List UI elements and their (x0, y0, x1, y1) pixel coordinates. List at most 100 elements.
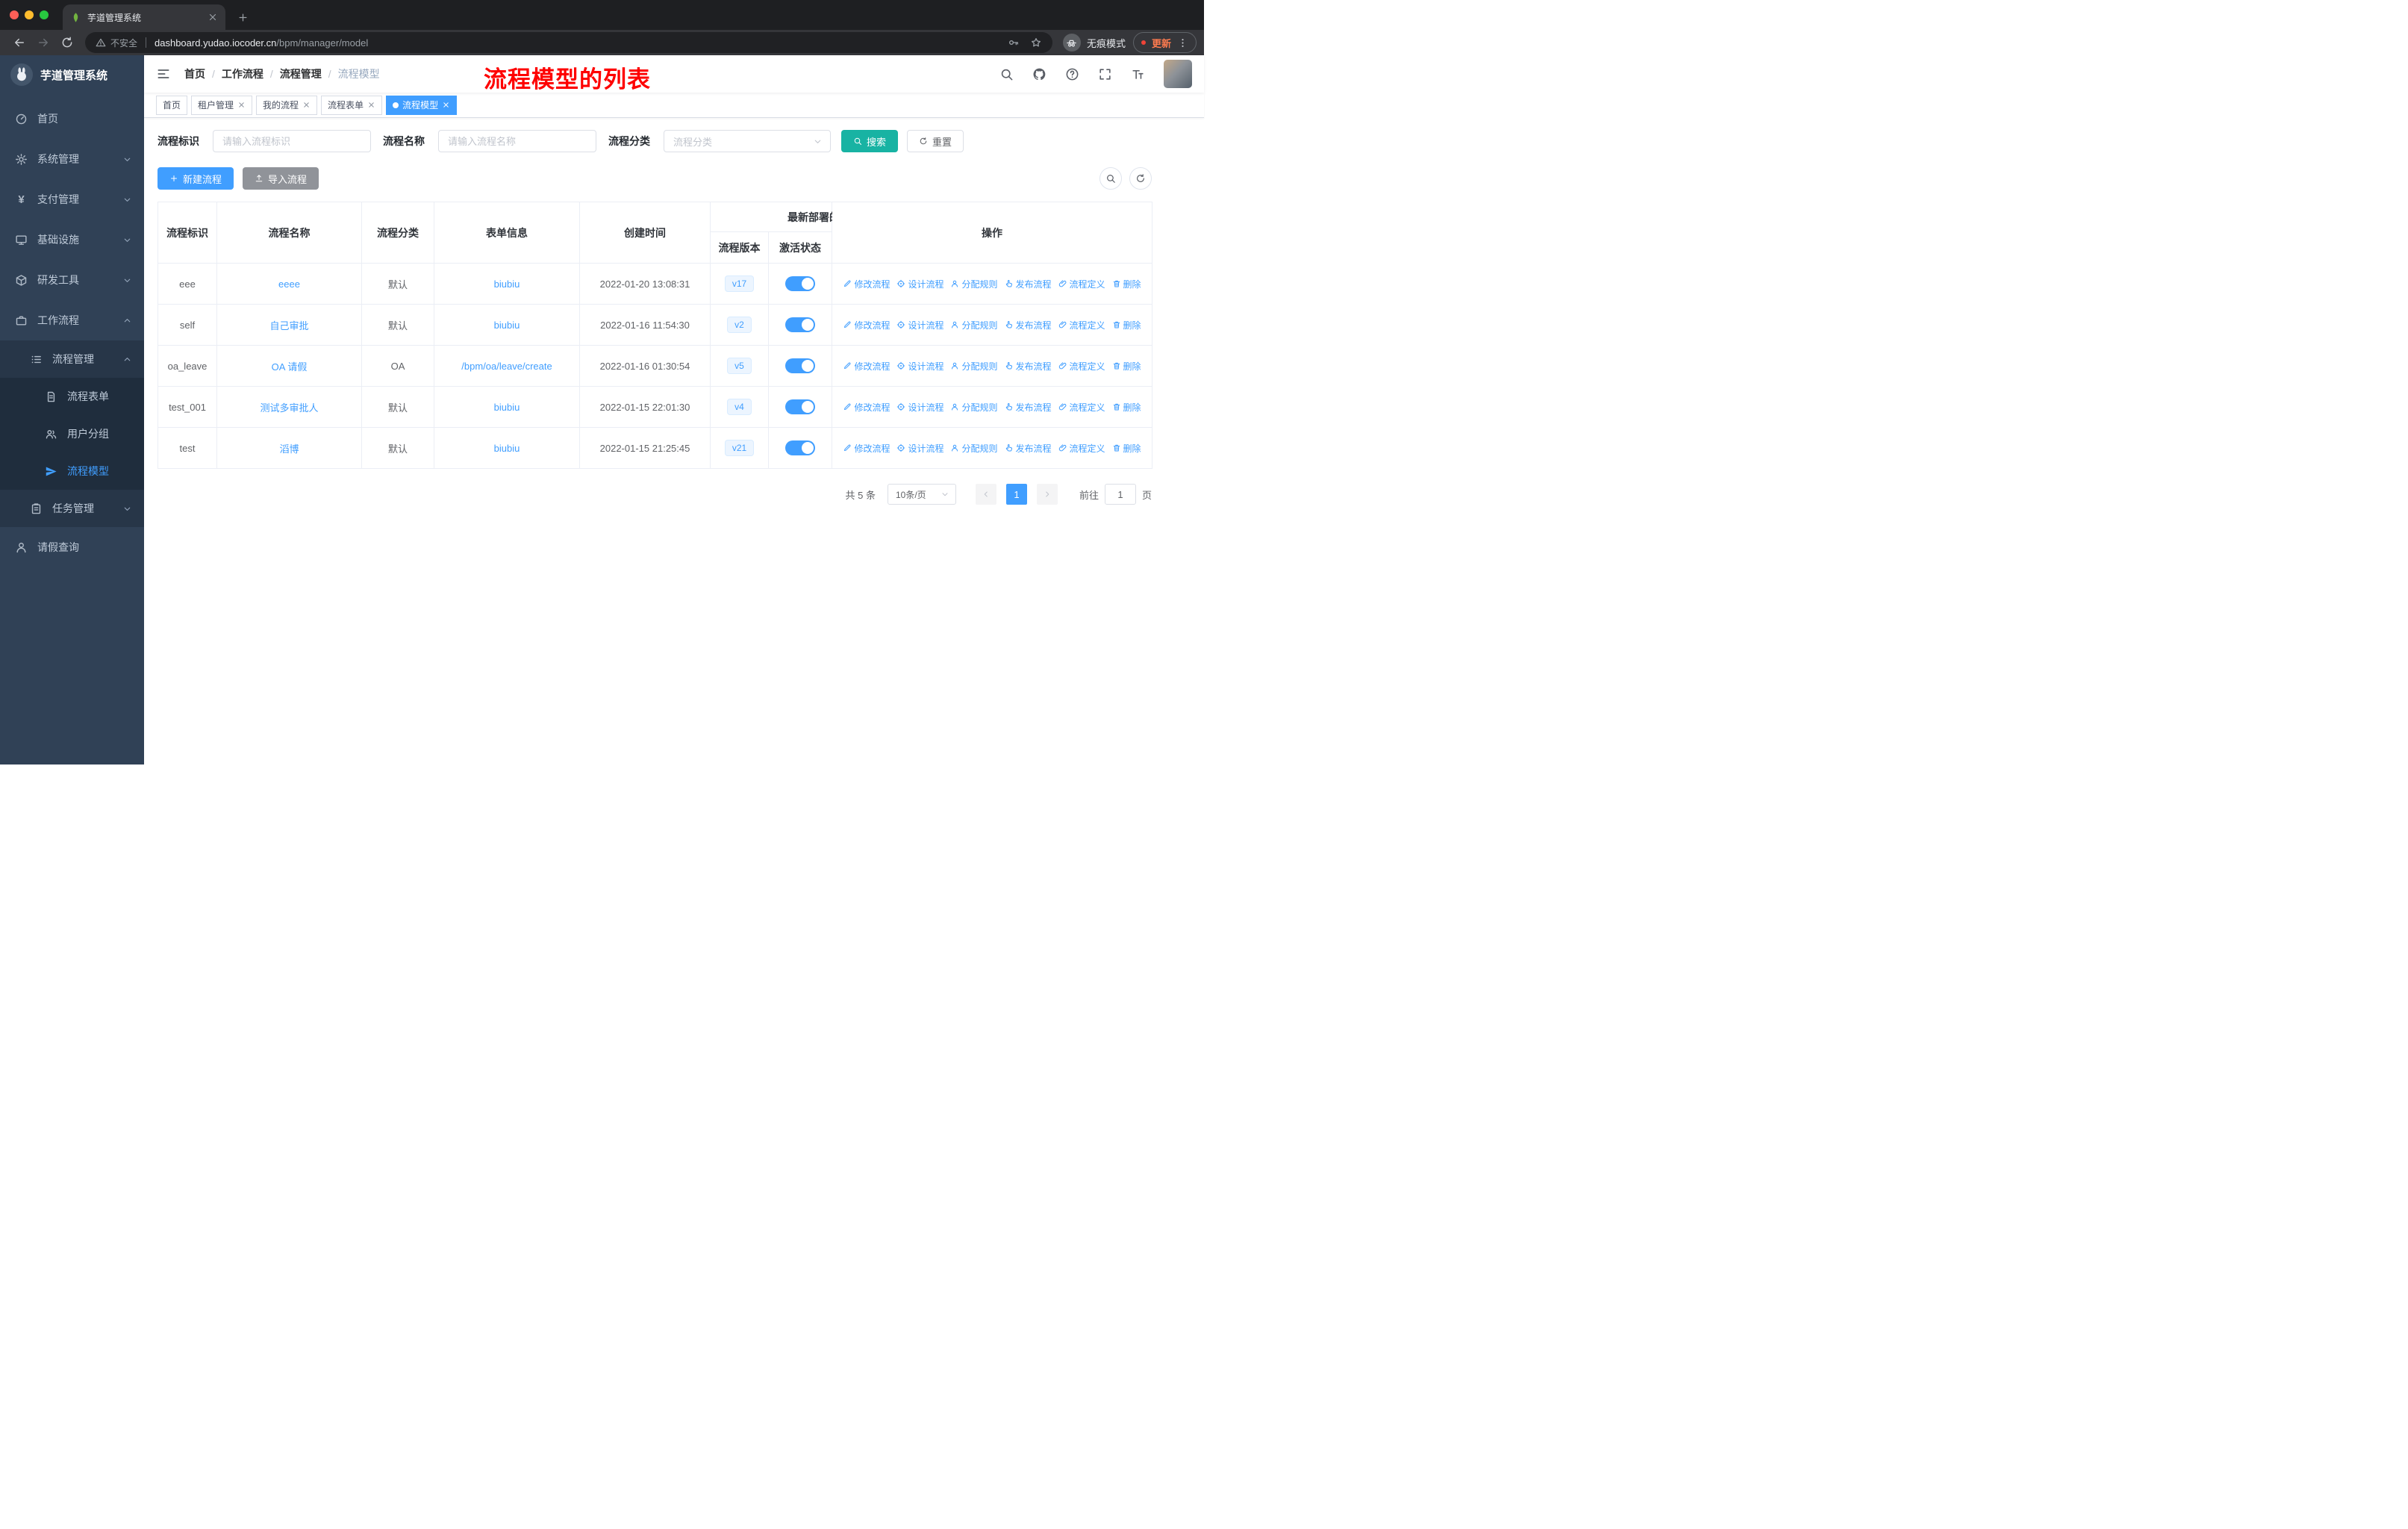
action-publish[interactable]: 发布流程 (1005, 442, 1052, 455)
action-edit[interactable]: 修改流程 (843, 401, 890, 414)
close-icon[interactable] (302, 101, 311, 109)
sidebar-item-infrastructure[interactable]: 基础设施 (0, 219, 144, 260)
back-icon[interactable] (13, 36, 26, 49)
model-name-link[interactable]: OA 请假 (272, 361, 308, 373)
goto-page-input[interactable] (1104, 484, 1136, 505)
action-publish[interactable]: 发布流程 (1005, 360, 1052, 373)
action-design[interactable]: 设计流程 (896, 319, 943, 331)
action-edit[interactable]: 修改流程 (843, 319, 890, 331)
create-process-button[interactable]: 新建流程 (157, 167, 234, 190)
sidebar-item-task-management[interactable]: 任务管理 (0, 490, 144, 527)
tag-my-process[interactable]: 我的流程 (256, 95, 318, 115)
sidebar-item-home[interactable]: 首页 (0, 99, 144, 139)
action-publish[interactable]: 发布流程 (1005, 319, 1052, 331)
action-publish[interactable]: 发布流程 (1005, 401, 1052, 414)
action-assign[interactable]: 分配规则 (950, 319, 998, 331)
breadcrumb-process-management[interactable]: 流程管理 (280, 66, 322, 81)
sidebar-item-process-management[interactable]: 流程管理 (0, 340, 144, 378)
user-avatar[interactable] (1164, 60, 1192, 88)
sidebar-item-payment[interactable]: ¥ 支付管理 (0, 179, 144, 219)
action-assign[interactable]: 分配规则 (950, 401, 998, 414)
action-design[interactable]: 设计流程 (896, 401, 943, 414)
page-size-select[interactable]: 10条/页 (887, 484, 956, 505)
github-icon[interactable] (1032, 67, 1047, 81)
action-delete[interactable]: 删除 (1112, 319, 1141, 331)
active-toggle[interactable] (785, 440, 815, 455)
action-assign[interactable]: 分配规则 (950, 442, 998, 455)
tag-home[interactable]: 首页 (156, 95, 188, 115)
breadcrumb-workflow[interactable]: 工作流程 (222, 66, 263, 81)
hamburger-icon[interactable] (156, 66, 171, 81)
sidebar-item-user-group[interactable]: 用户分组 (0, 415, 144, 452)
sidebar-item-process-model[interactable]: 流程模型 (0, 452, 144, 490)
action-edit[interactable]: 修改流程 (843, 360, 890, 373)
import-process-button[interactable]: 导入流程 (243, 167, 319, 190)
sidebar-item-dev-tools[interactable]: 研发工具 (0, 260, 144, 300)
next-page-button[interactable] (1036, 484, 1058, 505)
window-close-button[interactable] (10, 10, 19, 19)
search-icon[interactable] (999, 67, 1014, 81)
tag-process-model[interactable]: 流程模型 (386, 95, 458, 115)
process-category-select[interactable]: 流程分类 (664, 130, 831, 152)
password-key-icon[interactable] (1008, 37, 1020, 49)
action-publish[interactable]: 发布流程 (1005, 278, 1052, 290)
browser-update-chip[interactable]: 更新 (1132, 32, 1197, 53)
action-definition[interactable]: 流程定义 (1058, 401, 1105, 414)
action-definition[interactable]: 流程定义 (1058, 278, 1105, 290)
form-info-link[interactable]: biubiu (494, 402, 520, 413)
tag-tenant-management[interactable]: 租户管理 (191, 95, 253, 115)
forward-icon[interactable] (37, 36, 50, 49)
action-assign[interactable]: 分配规则 (950, 360, 998, 373)
reload-icon[interactable] (60, 36, 74, 49)
window-zoom-button[interactable] (40, 10, 49, 19)
sidebar-item-workflow[interactable]: 工作流程 (0, 300, 144, 340)
current-page-button[interactable]: 1 (1005, 484, 1027, 505)
refresh-table-button[interactable] (1129, 167, 1152, 190)
incognito-profile-chip[interactable]: 无痕模式 (1062, 34, 1126, 52)
omnibox[interactable]: 不安全 dashboard.yudao.iocoder.cn /bpm/mana… (85, 32, 1052, 53)
active-toggle[interactable] (785, 358, 815, 373)
model-name-link[interactable]: 滔博 (279, 443, 299, 455)
browser-menu-icon[interactable] (1177, 37, 1188, 49)
close-icon[interactable] (367, 101, 375, 109)
action-definition[interactable]: 流程定义 (1058, 319, 1105, 331)
sidebar-item-process-form[interactable]: 流程表单 (0, 378, 144, 415)
close-icon[interactable] (442, 101, 450, 109)
close-icon[interactable] (237, 101, 246, 109)
breadcrumb-home[interactable]: 首页 (184, 66, 205, 81)
action-definition[interactable]: 流程定义 (1058, 360, 1105, 373)
action-design[interactable]: 设计流程 (896, 442, 943, 455)
toggle-search-button[interactable] (1099, 167, 1122, 190)
search-button[interactable]: 搜索 (841, 130, 899, 152)
window-minimize-button[interactable] (25, 10, 34, 19)
active-toggle[interactable] (785, 317, 815, 332)
action-edit[interactable]: 修改流程 (843, 278, 890, 290)
fullscreen-icon[interactable] (1098, 67, 1112, 81)
model-name-link[interactable]: 测试多审批人 (260, 402, 318, 414)
tag-process-form[interactable]: 流程表单 (321, 95, 383, 115)
sidebar-item-leave-query[interactable]: 请假查询 (0, 527, 144, 567)
action-design[interactable]: 设计流程 (896, 360, 943, 373)
active-toggle[interactable] (785, 399, 815, 414)
action-edit[interactable]: 修改流程 (843, 442, 890, 455)
help-icon[interactable] (1065, 67, 1079, 81)
action-delete[interactable]: 删除 (1112, 442, 1141, 455)
action-delete[interactable]: 删除 (1112, 360, 1141, 373)
prev-page-button[interactable] (975, 484, 996, 505)
bookmark-star-icon[interactable] (1030, 37, 1042, 49)
action-design[interactable]: 设计流程 (896, 278, 943, 290)
form-info-link[interactable]: biubiu (494, 320, 520, 331)
form-info-link[interactable]: biubiu (494, 443, 520, 454)
action-delete[interactable]: 删除 (1112, 401, 1141, 414)
action-assign[interactable]: 分配规则 (950, 278, 998, 290)
sidebar-item-system[interactable]: 系统管理 (0, 139, 144, 179)
new-tab-button[interactable] (233, 7, 252, 27)
form-info-link[interactable]: /bpm/oa/leave/create (461, 361, 552, 372)
tab-close-icon[interactable] (208, 12, 218, 22)
active-toggle[interactable] (785, 276, 815, 291)
browser-tab[interactable]: 芋道管理系统 (63, 4, 225, 30)
action-delete[interactable]: 删除 (1112, 278, 1141, 290)
process-name-input[interactable] (438, 130, 596, 152)
font-size-icon[interactable] (1131, 67, 1145, 81)
form-info-link[interactable]: biubiu (494, 278, 520, 290)
